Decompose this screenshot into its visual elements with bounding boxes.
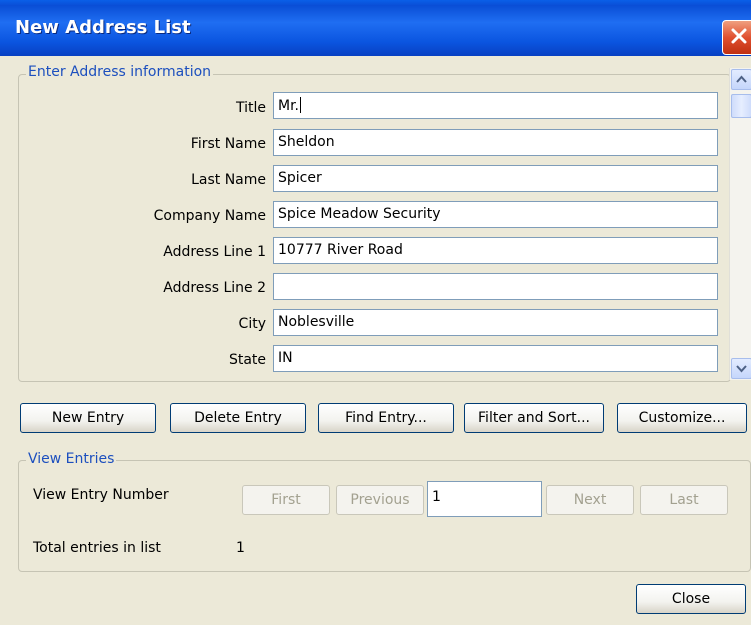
company-name-field[interactable]: Spice Meadow Security <box>273 201 718 228</box>
address-fields-area: Title Mr. First Name Sheldon Last Name S… <box>0 0 728 372</box>
company-name-label: Company Name <box>153 208 266 224</box>
scroll-thumb[interactable] <box>731 94 751 118</box>
last-button[interactable]: Last <box>640 485 728 515</box>
filter-sort-button[interactable]: Filter and Sort... <box>464 403 604 433</box>
city-label: City <box>238 316 266 332</box>
close-icon <box>731 28 747 44</box>
title-value: Mr. <box>278 98 299 114</box>
scroll-up-icon <box>736 75 747 83</box>
scroll-down-icon <box>736 365 747 373</box>
address-line-1-label: Address Line 1 <box>163 244 266 260</box>
city-field[interactable]: Noblesville <box>273 309 718 336</box>
address-line-2-label: Address Line 2 <box>163 280 266 296</box>
total-entries-value: 1 <box>236 540 245 556</box>
new-address-list-dialog: New Address List Enter Address informati… <box>0 0 751 625</box>
last-name-label: Last Name <box>191 172 266 188</box>
last-name-field[interactable]: Spicer <box>273 165 718 192</box>
title-field[interactable]: Mr. <box>273 92 718 119</box>
title-label: Title <box>235 100 266 116</box>
first-name-field[interactable]: Sheldon <box>273 129 718 156</box>
entry-number-field[interactable]: 1 <box>427 481 542 517</box>
address-scrollbar[interactable] <box>729 68 751 380</box>
new-entry-button[interactable]: New Entry <box>20 403 156 433</box>
total-entries-label: Total entries in list <box>33 540 161 556</box>
first-button[interactable]: First <box>242 485 330 515</box>
address-line-1-field[interactable]: 10777 River Road <box>273 237 718 264</box>
find-entry-button[interactable]: Find Entry... <box>318 403 454 433</box>
next-button[interactable]: Next <box>546 485 634 515</box>
text-cursor <box>300 97 301 113</box>
scroll-down-button[interactable] <box>731 358 751 379</box>
close-button[interactable]: Close <box>636 584 746 614</box>
state-field[interactable]: IN <box>273 345 718 372</box>
scroll-up-button[interactable] <box>731 69 751 90</box>
customize-button[interactable]: Customize... <box>617 403 747 433</box>
first-name-label: First Name <box>190 136 266 152</box>
delete-entry-button[interactable]: Delete Entry <box>170 403 306 433</box>
view-entries-group-label: View Entries <box>26 451 117 467</box>
state-label: State <box>228 352 266 368</box>
address-line-2-field[interactable] <box>273 273 718 300</box>
view-entry-number-label: View Entry Number <box>33 487 169 503</box>
previous-button[interactable]: Previous <box>336 485 424 515</box>
